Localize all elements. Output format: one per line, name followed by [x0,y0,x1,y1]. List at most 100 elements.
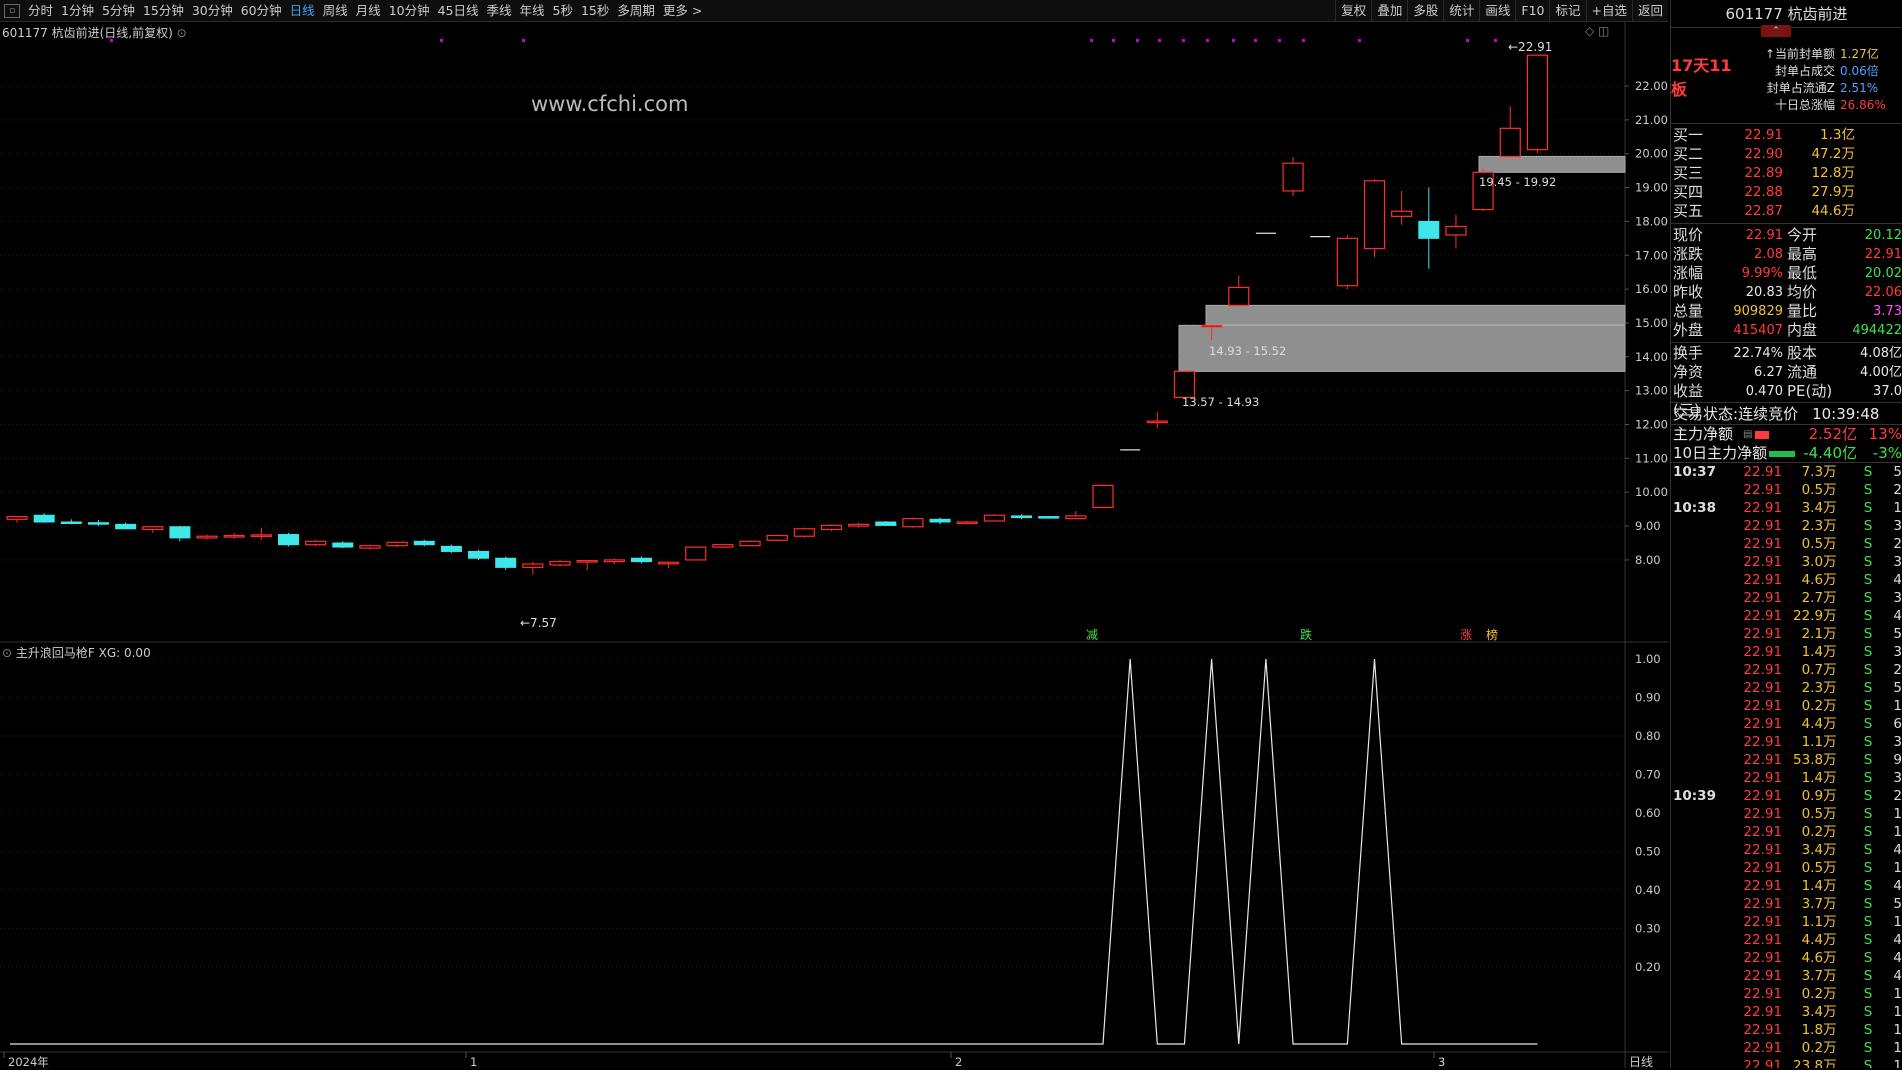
kline-chart[interactable]: 22.00 21.00 20.00 19.00 18.00 17.00 16.00 15.00… [0,22,1668,1069]
indicator-tick-label: 0.20 [1635,960,1661,974]
toolbar-button[interactable]: 画线 [1479,0,1515,22]
toolbar-button[interactable]: 复权 [1335,0,1371,22]
tick-volume: 1.1万 [1801,914,1837,930]
toolbar-button[interactable]: +自选 [1585,0,1632,22]
quote-row: 涨幅 9.99% 最低 20.02 [1671,264,1902,283]
signal-dot [1206,39,1209,42]
toolbar-button[interactable]: 叠加 [1371,0,1407,22]
bid-row[interactable]: 买四 22.88 27.9万 [1671,183,1902,202]
seal-info-value: 26.86% [1840,98,1886,112]
tick-list[interactable]: 10:37 22.91 7.3万 S 5 22.91 0.5万 S 2 10:38 22.91 3.4… [1671,463,1902,1068]
tick-count: 1 [1893,1022,1902,1038]
period-tab[interactable]: 1分钟 [57,0,98,22]
tick-side: S [1863,986,1873,1002]
period-tab[interactable]: 分时 [24,0,57,22]
tick-price: 22.91 [1743,716,1783,732]
signal-dot [1112,39,1115,42]
bid-row[interactable]: 买二 22.90 47.2万 [1671,145,1902,164]
tick-count: 1 [1893,500,1902,516]
tick-row: 22.91 1.1万 S 1 [1671,913,1902,931]
period-tab[interactable]: 5分钟 [98,0,139,22]
bid-volume: 12.8万 [1811,165,1855,181]
toolbar-button[interactable]: 返回 [1631,0,1668,22]
tick-price: 22.91 [1743,626,1783,642]
quote-value: 494422 [1852,323,1902,338]
chart-title-dropdown-icon[interactable]: ⊙ [177,26,187,40]
tick-time [1671,931,1727,949]
tick-price: 22.91 [1743,482,1783,498]
tick-side: S [1863,590,1873,606]
toolbar-right-buttons: 复权 叠加 多股 统计 画线 F10 标记 +自选 返回 [1335,0,1668,22]
candle [1065,510,1087,520]
candle [983,514,1006,523]
toolbar-button[interactable]: 多股 [1407,0,1443,22]
period-tab[interactable]: 5秒 [549,0,577,22]
period-tab[interactable]: 60分钟 [237,0,286,22]
period-tab[interactable]: 45日线 [434,0,483,22]
tick-volume: 0.2万 [1801,824,1837,840]
period-tab[interactable]: 多周期 [613,0,659,22]
tick-time [1671,571,1727,589]
indicator-menu-icon[interactable]: ⊙ [2,646,12,660]
info-icon[interactable]: ▤ [1743,425,1755,444]
period-tab[interactable]: 更多 > [659,0,706,22]
tick-price: 22.91 [1743,1058,1783,1068]
panel-toggle-icon[interactable]: ▫ [4,3,20,18]
period-tab[interactable]: 月线 [352,0,385,22]
candle [386,541,408,548]
bid-row[interactable]: 买一 22.91 1.3亿 [1671,126,1902,145]
candle [1092,484,1114,509]
period-toolbar: ▫ 分时 1分钟 5分钟 15分钟 30分钟 60分钟 日线 周线 月线 10分钟 45日线 季线 年线… [0,0,1668,22]
tick-count: 3 [1893,770,1902,786]
price-tick-label: 19.00 [1635,181,1668,195]
bid-row[interactable]: 买三 22.89 12.8万 [1671,164,1902,183]
bid-row[interactable]: 买五 22.87 44.6万 [1671,202,1902,221]
tick-time [1671,1039,1727,1057]
candle [1228,275,1250,307]
tick-volume: 7.3万 [1801,464,1837,480]
collapse-arrow-icon[interactable]: ⌃ [1761,25,1791,37]
quote-value: 20.83 [1745,285,1783,300]
tick-price: 22.91 [1743,608,1783,624]
tick-count: 6 [1893,716,1902,732]
period-tab[interactable]: 日线 [286,0,319,22]
tick-time [1671,535,1727,553]
toolbar-button[interactable]: F10 [1515,0,1549,22]
tick-row: 22.91 4.6万 S 4 [1671,949,1902,967]
tick-count: 1 [1893,806,1902,822]
period-tab[interactable]: 年线 [516,0,549,22]
signal-dot [1358,39,1361,42]
tick-volume: 0.2万 [1801,986,1837,1002]
tick-side: S [1863,716,1873,732]
period-tab[interactable]: 周线 [319,0,352,22]
tick-volume: 2.1万 [1801,626,1837,642]
toolbar-button[interactable]: 标记 [1549,0,1585,22]
period-tab[interactable]: 季线 [483,0,516,22]
tick-volume: 1.4万 [1801,644,1837,660]
tick-count: 3 [1893,734,1902,750]
indicator-tick-label: 0.70 [1635,768,1661,782]
tick-row: 22.91 0.2万 S 1 [1671,697,1902,715]
signal-dot [1254,39,1257,42]
period-tab[interactable]: 15秒 [577,0,613,22]
signal-dot [440,39,443,42]
period-tab[interactable]: 15分钟 [139,0,188,22]
signal-dot [1494,39,1497,42]
signal-dot [1278,39,1281,42]
toolbar-button[interactable]: 统计 [1443,0,1479,22]
fund-value: 22.74% [1733,346,1783,361]
bid-level-label: 买四 [1673,183,1704,201]
chart-tools-icon[interactable]: ◇ ◫ [1585,24,1609,38]
fundamental-row: 换手 22.74% 股本 4.08亿 [1671,344,1902,363]
period-tab[interactable]: 10分钟 [385,0,434,22]
period-tab[interactable]: 30分钟 [188,0,237,22]
quote-row: 涨跌 2.08 最高 22.91 [1671,245,1902,264]
tick-price: 22.91 [1743,914,1783,930]
tick-time [1671,607,1727,625]
tick-time [1671,715,1727,733]
quote-label: 昨收 [1673,283,1704,301]
tick-time [1671,553,1727,571]
bid-level-label: 买三 [1673,164,1704,182]
price-tick-label: 9.00 [1635,519,1661,533]
candle [223,532,245,539]
